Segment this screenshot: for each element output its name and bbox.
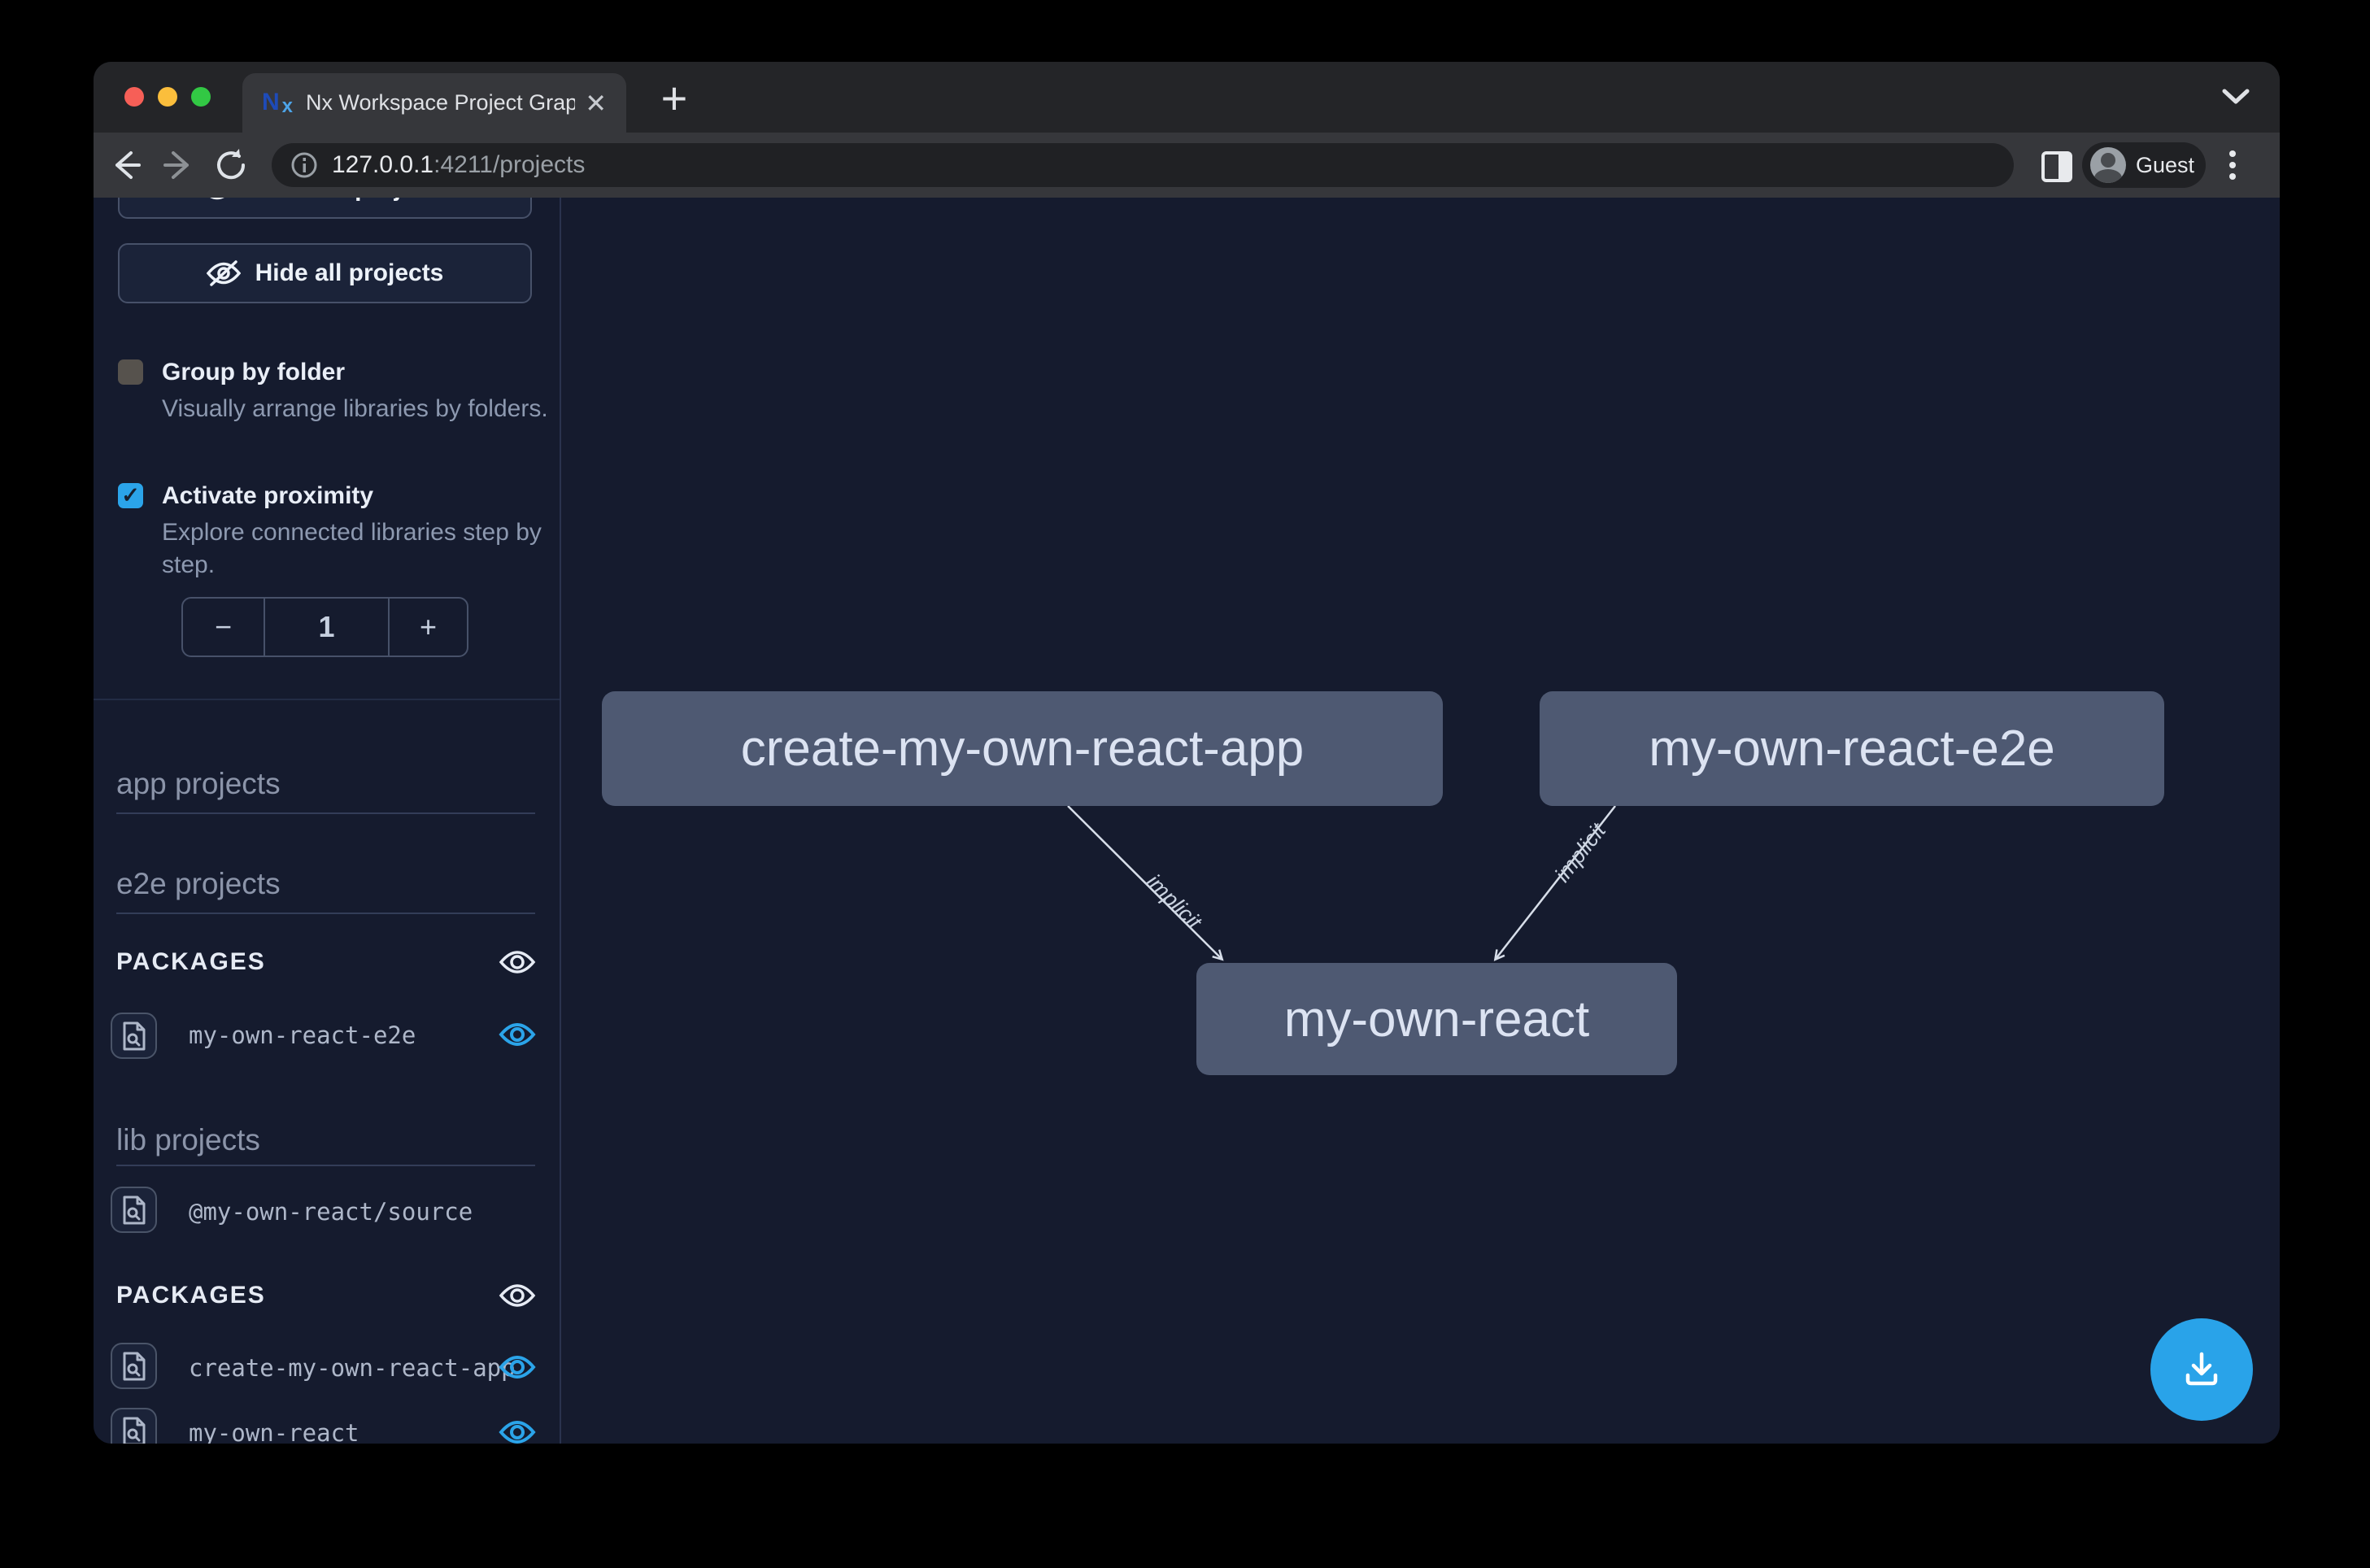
download-graph-button[interactable] [2150, 1318, 2253, 1421]
profile-button[interactable]: Guest [2082, 142, 2206, 188]
tab-nx-project-graph[interactable]: Nx Nx Workspace Project Graph ✕ [242, 73, 626, 133]
close-window-button[interactable] [124, 87, 144, 107]
file-search-icon [122, 1351, 146, 1382]
tab-strip: Nx Nx Workspace Project Graph ✕ + [94, 62, 2280, 133]
packages-heading: PACKAGES [116, 1282, 266, 1309]
forward-icon[interactable] [160, 146, 198, 184]
project-graph-canvas[interactable]: implicit implicit create-my-own-react-ap… [563, 198, 2280, 1444]
project-row-label[interactable]: my-own-react [189, 1419, 359, 1444]
show-all-projects-label: Show all projects [249, 198, 450, 203]
hide-all-projects-label: Hide all projects [255, 259, 444, 287]
project-row-label[interactable]: my-own-react-e2e [189, 1021, 416, 1049]
graph-node-my-own-react[interactable]: my-own-react [1196, 963, 1677, 1075]
page-content: Show all projects Hide all projects Grou… [94, 198, 2280, 1444]
minimize-window-button[interactable] [158, 87, 177, 107]
file-search-icon [122, 1195, 146, 1226]
group-by-folder-checkbox[interactable] [118, 359, 143, 385]
side-panel-icon[interactable] [2041, 150, 2073, 183]
eye-icon[interactable] [499, 948, 536, 976]
project-row-icon-button[interactable] [111, 1013, 157, 1059]
increment-button[interactable]: + [390, 599, 467, 656]
project-row-label[interactable]: create-my-own-react-app [189, 1354, 516, 1382]
url-host: 127.0.0.1 [332, 151, 433, 179]
decrement-button[interactable]: − [183, 599, 265, 656]
project-row-icon-button[interactable] [111, 1343, 157, 1389]
new-tab-button[interactable]: + [648, 73, 700, 122]
project-row-icon-button[interactable] [111, 1187, 157, 1233]
project-row-label[interactable]: @my-own-react/source [189, 1198, 473, 1226]
app-projects-rule [116, 812, 535, 814]
activate-proximity-description: Explore connected libraries step by step… [162, 516, 561, 581]
chevron-down-icon[interactable] [2220, 86, 2252, 107]
url-path: :4211/projects [433, 151, 585, 179]
tab-close-icon[interactable]: ✕ [585, 88, 607, 119]
eye-icon-active[interactable] [499, 1418, 536, 1444]
hide-all-projects-button[interactable]: Hide all projects [118, 243, 532, 303]
project-row-icon-button[interactable] [111, 1408, 157, 1444]
show-all-projects-button[interactable]: Show all projects [118, 198, 532, 219]
info-icon[interactable] [290, 150, 319, 180]
browser-menu-icon[interactable] [2228, 146, 2237, 185]
eye-icon [200, 198, 234, 201]
back-icon[interactable] [107, 146, 144, 184]
profile-label: Guest [2136, 153, 2194, 178]
file-search-icon [122, 1021, 146, 1052]
graph-node-my-own-react-e2e[interactable]: my-own-react-e2e [1540, 691, 2164, 806]
url-bar[interactable]: 127.0.0.1:4211/projects [272, 143, 2014, 187]
eye-icon-active[interactable] [499, 1353, 536, 1381]
activate-proximity-checkbox[interactable]: ✓ [118, 483, 143, 508]
file-search-icon [122, 1416, 146, 1444]
nx-logo-icon: Nx [262, 89, 291, 118]
group-by-folder-description: Visually arrange libraries by folders. [162, 393, 561, 425]
eye-off-icon [207, 259, 241, 287]
e2e-projects-heading: e2e projects [116, 867, 281, 901]
edge-label: implicit [1550, 818, 1611, 887]
activate-proximity-label: Activate proximity [162, 482, 373, 510]
eye-icon[interactable] [499, 1282, 536, 1309]
lib-projects-rule [116, 1165, 535, 1166]
browser-toolbar: 127.0.0.1:4211/projects Guest [94, 133, 2280, 198]
lib-projects-heading: lib projects [116, 1123, 260, 1157]
e2e-projects-rule [116, 912, 535, 914]
avatar-icon [2090, 147, 2126, 183]
proximity-depth-stepper: − 1 + [181, 597, 468, 657]
maximize-window-button[interactable] [191, 87, 211, 107]
group-by-folder-label: Group by folder [162, 359, 345, 386]
eye-icon-active[interactable] [499, 1021, 536, 1048]
app-projects-heading: app projects [116, 767, 281, 801]
graph-edges: implicit implicit [563, 198, 2280, 1444]
sidebar: Show all projects Hide all projects Grou… [94, 198, 561, 1444]
browser-window: Nx Nx Workspace Project Graph ✕ + [94, 62, 2280, 1444]
download-icon [2178, 1346, 2225, 1393]
tab-title: Nx Workspace Project Graph [306, 90, 575, 115]
edge-label: implicit [1142, 869, 1208, 935]
proximity-depth-value: 1 [265, 599, 390, 656]
graph-node-create-my-own-react-app[interactable]: create-my-own-react-app [602, 691, 1443, 806]
sidebar-divider [94, 699, 561, 700]
packages-heading: PACKAGES [116, 948, 266, 976]
reload-icon[interactable] [212, 146, 250, 184]
